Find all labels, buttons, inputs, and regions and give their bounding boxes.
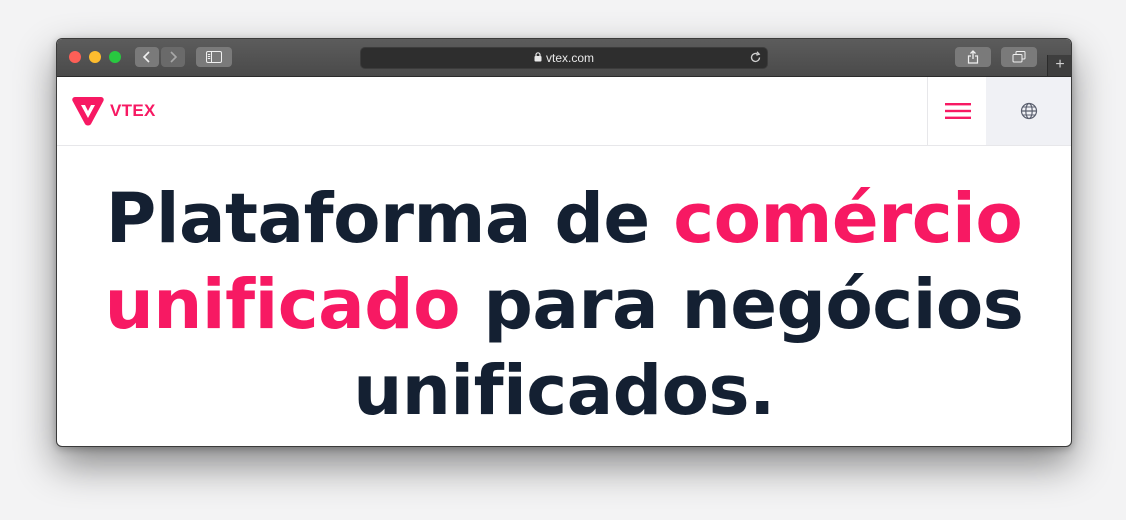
menu-button[interactable] [927, 77, 987, 145]
browser-toolbar: vtex.com + [57, 39, 1071, 77]
zoom-window-button[interactable] [109, 51, 121, 63]
new-tab-button[interactable]: + [1047, 55, 1071, 76]
logo-text: VTEX [110, 101, 156, 120]
chevron-right-icon [170, 51, 178, 63]
chevron-left-icon [142, 51, 150, 63]
browser-window: vtex.com + VTEX Plataforma de comércio u… [56, 38, 1072, 447]
hero-heading: Plataforma de comércio unificado para ne… [57, 146, 1071, 434]
hero-text-part1: Plataforma de [105, 179, 674, 259]
globe-icon [1020, 102, 1037, 120]
hero-highlight-unificado: unificado [104, 265, 461, 345]
back-button[interactable] [135, 47, 159, 67]
reload-icon[interactable] [749, 51, 762, 67]
tab-overview-button[interactable] [1001, 47, 1037, 67]
hero-text-part2: para negócios [460, 265, 1024, 345]
hero-highlight-comercio: comércio [673, 179, 1023, 259]
address-bar[interactable]: vtex.com [360, 47, 768, 69]
vtex-logo[interactable]: VTEX [71, 96, 156, 126]
close-window-button[interactable] [69, 51, 81, 63]
hero-text-part3: unificados. [353, 351, 775, 431]
share-button[interactable] [955, 47, 991, 67]
site-header: VTEX [57, 77, 1071, 146]
sidebar-icon [206, 51, 222, 63]
share-icon [967, 50, 979, 64]
lock-icon [534, 51, 542, 65]
language-button[interactable] [986, 77, 1071, 145]
tabs-icon [1012, 51, 1026, 63]
forward-button[interactable] [161, 47, 185, 67]
hamburger-icon [944, 103, 971, 119]
vtex-logo-icon [72, 97, 104, 126]
sidebar-button[interactable] [196, 47, 232, 67]
url-text: vtex.com [545, 51, 594, 65]
minimize-window-button[interactable] [89, 51, 101, 63]
